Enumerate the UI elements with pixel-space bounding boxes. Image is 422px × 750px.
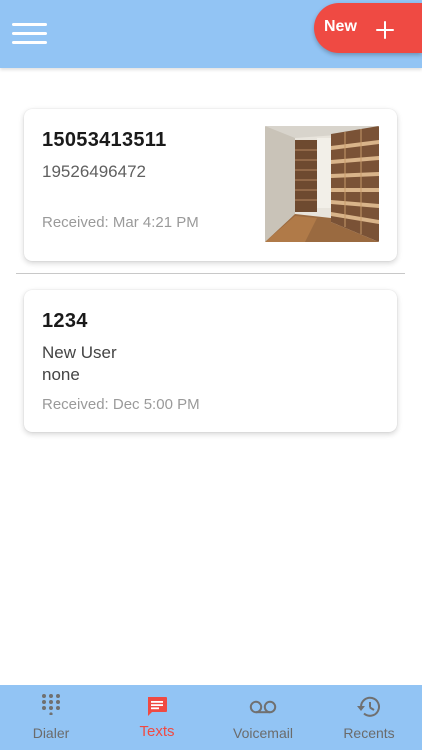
tab-recents[interactable]: Recents — [319, 685, 419, 750]
message-received-time: Received: Dec 5:00 PM — [42, 396, 200, 413]
message-sender: 15053413511 — [42, 129, 167, 151]
message-body-line: none — [42, 365, 80, 384]
message-image-thumbnail[interactable] — [265, 126, 379, 242]
list-divider — [16, 273, 405, 274]
message-card[interactable]: 15053413511 19526496472 Received: Mar 4:… — [24, 109, 397, 261]
voicemail-icon — [249, 700, 277, 714]
menu-icon-line — [12, 23, 47, 26]
message-received-time: Received: Mar 4:21 PM — [42, 214, 199, 231]
plus-icon — [374, 19, 398, 43]
tab-dialer-label: Dialer — [32, 725, 70, 741]
menu-icon-line — [12, 41, 47, 44]
message-body-line: 19526496472 — [42, 162, 147, 181]
tab-recents-label: Recents — [343, 725, 395, 741]
message-card[interactable]: 1234 New User none Received: Dec 5:00 PM — [24, 290, 397, 432]
message-sender: 1234 — [42, 310, 88, 332]
tab-voicemail[interactable]: Voicemail — [213, 685, 313, 750]
closet-photo — [265, 126, 379, 242]
dialpad-icon — [42, 694, 60, 715]
new-message-label: New — [324, 18, 357, 35]
history-icon — [357, 696, 380, 717]
new-message-button[interactable]: New — [314, 3, 422, 53]
menu-icon-line — [12, 32, 47, 35]
message-body-line: New User — [42, 343, 117, 362]
tab-voicemail-label: Voicemail — [233, 725, 293, 741]
message-icon — [148, 697, 167, 716]
tab-dialer[interactable]: Dialer — [1, 685, 101, 750]
tab-texts[interactable]: Texts — [107, 685, 207, 750]
tab-texts-label: Texts — [139, 723, 175, 740]
menu-icon[interactable] — [12, 21, 48, 47]
bottom-navigation: Dialer Texts Voicemail Recents — [0, 685, 422, 750]
